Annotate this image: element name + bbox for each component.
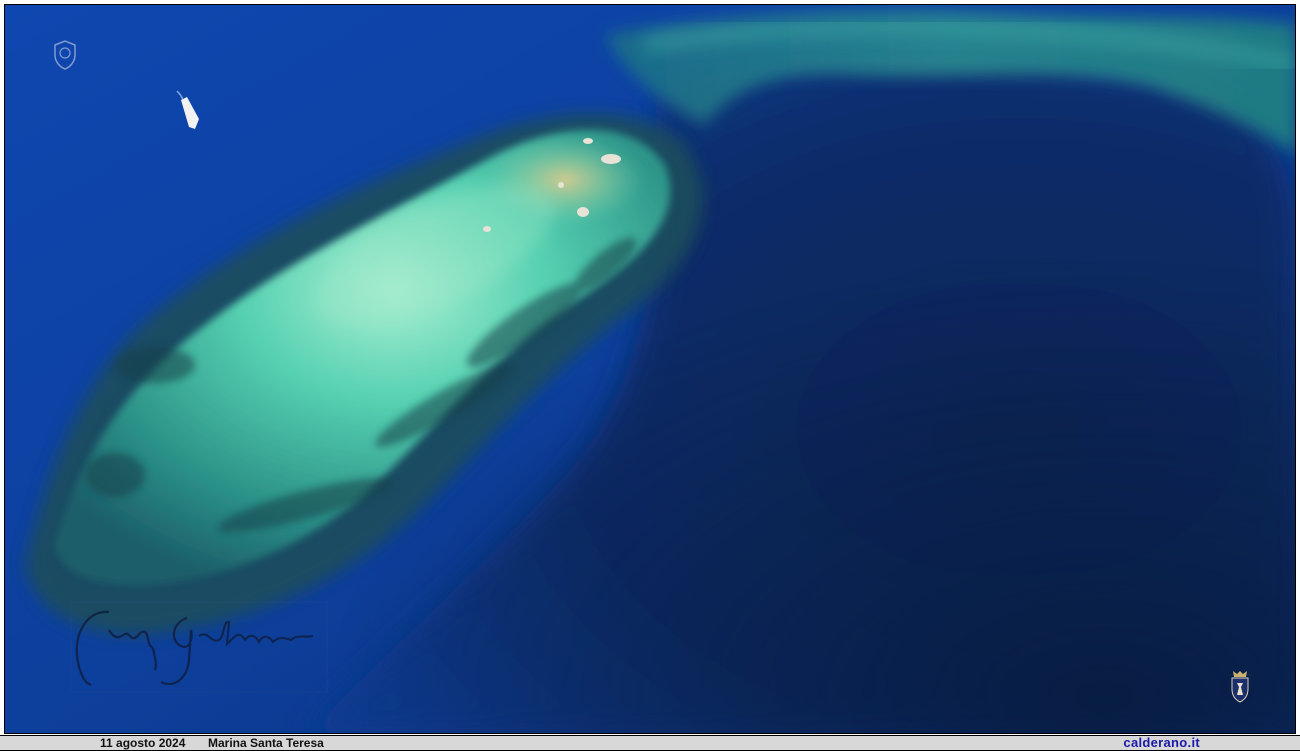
photo-date: 11 agosto 2024 <box>100 736 186 750</box>
website-link[interactable]: calderano.it <box>1123 736 1200 750</box>
aerial-photo <box>4 4 1296 734</box>
caption-bar: 11 agosto 2024 Marina Santa Teresa calde… <box>0 735 1300 751</box>
handwritten-signature <box>70 601 328 693</box>
photo-location: Marina Santa Teresa <box>208 736 324 750</box>
coat-of-arms-icon <box>1231 671 1249 703</box>
photo-frame: 11 agosto 2024 Marina Santa Teresa calde… <box>0 0 1300 751</box>
crest-watermark-icon <box>54 40 76 70</box>
